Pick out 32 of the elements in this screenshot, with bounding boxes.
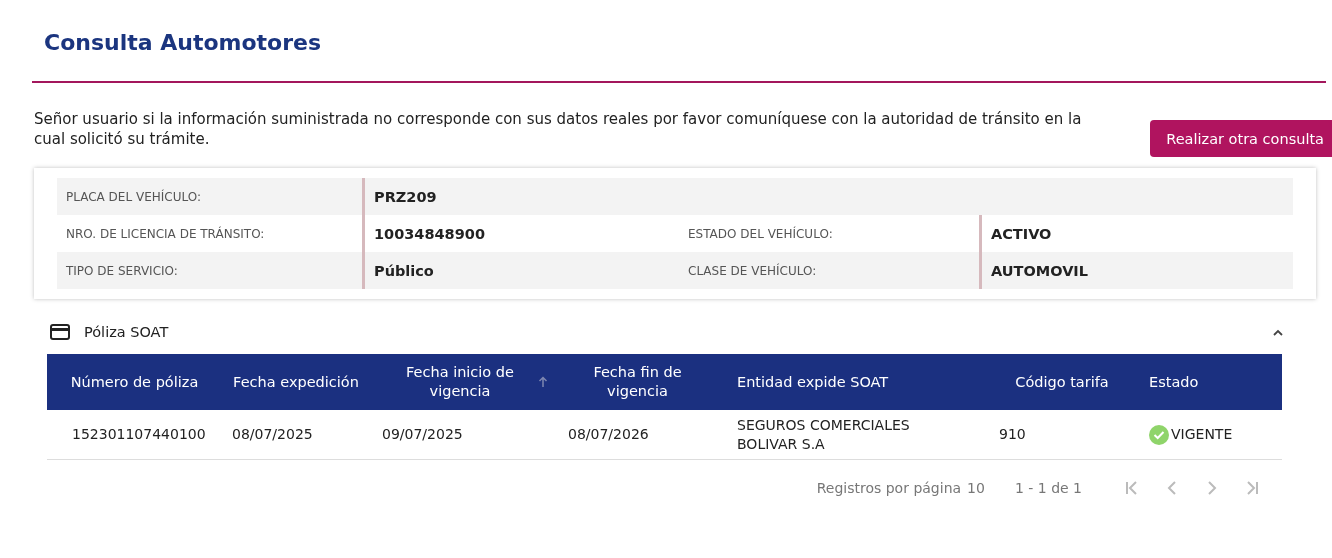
field-value: Público [362, 252, 679, 289]
field-value: PRZ209 [362, 178, 1293, 215]
page-title: Consulta Automotores [43, 29, 323, 52]
field-label: ESTADO DEL VEHÍCULO: [687, 225, 834, 243]
column-header: Código tarifa [1015, 372, 1109, 392]
field-label: NRO. DE LICENCIA DE TRÁNSITO: [65, 225, 266, 243]
column-header: Fecha fin de vigencia [592, 363, 683, 401]
section-title[interactable]: Póliza SOAT [84, 323, 169, 340]
page-range: 1 - 1 de 1 [1014, 480, 1082, 496]
field-label: TIPO DE SERVICIO: [65, 262, 179, 280]
page-size-select[interactable]: 10 [967, 480, 985, 496]
field-label: CLASE DE VEHÍCULO: [687, 262, 818, 280]
table-cell: 152301107440100 [72, 425, 206, 444]
caret-icon[interactable] [1272, 327, 1284, 336]
column-header: Entidad expide SOAT [737, 372, 889, 392]
table-cell: 08/07/2026 [568, 425, 649, 444]
table-cell-text: SEGUROS COMERCIALES BOLIVAR S.A [737, 415, 911, 454]
column-header: Estado [1149, 372, 1199, 392]
column-header: Fecha expedición [233, 372, 359, 392]
table-cell: 09/07/2025 [382, 425, 463, 444]
new-query-button[interactable]: Realizar otra consulta [1150, 120, 1332, 157]
column-header: Fecha inicio de vigencia [405, 363, 515, 401]
sort-arrow-icon[interactable] [538, 376, 548, 388]
field-label: PLACA DEL VEHÍCULO: [65, 188, 202, 206]
field-value: AUTOMOVIL [979, 252, 1293, 289]
page-size-label: Registros por página [816, 480, 962, 496]
credit-card-icon [50, 323, 70, 340]
table-cell: VIGENTE [1171, 425, 1233, 444]
table-cell: 08/07/2025 [232, 425, 313, 444]
column-header: Número de póliza [70, 372, 199, 392]
notice-text: Señor usuario si la información suministrada no corresponde con sus datos reales por favor comuníquese con la autoridad de tránsito en la cual solicitó su trámite. [34, 109, 1083, 149]
table-cell: 910 [999, 425, 1026, 444]
